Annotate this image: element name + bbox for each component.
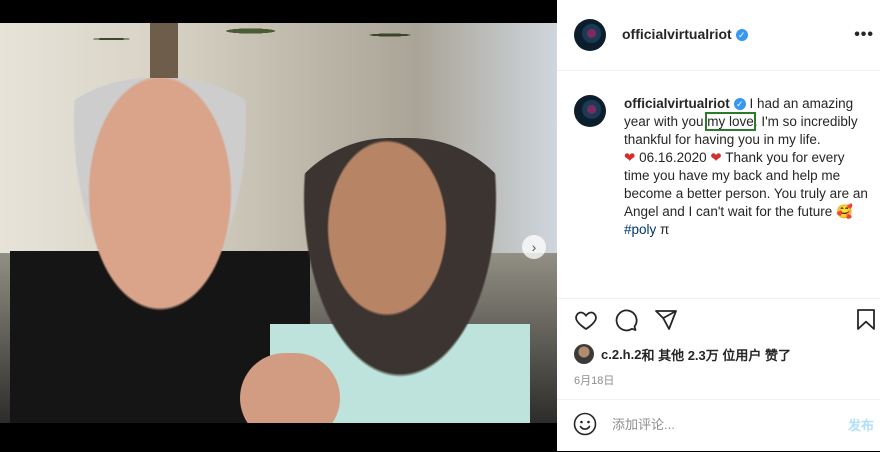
heart-emoji-icon: ❤ xyxy=(710,150,722,165)
avatar[interactable] xyxy=(574,95,606,127)
caption: officialvirtualriot ✓ I had an amazing ye… xyxy=(624,95,869,239)
likes-text[interactable]: 和 其他 2.3万 位用户 赞了 xyxy=(641,345,791,364)
caption-username[interactable]: officialvirtualriot xyxy=(624,96,730,111)
heart-emoji-icon: ❤ xyxy=(624,150,636,165)
avatar[interactable] xyxy=(574,19,606,51)
avatar[interactable] xyxy=(574,344,594,364)
verified-badge-icon: ✓ xyxy=(735,29,748,42)
bookmark-icon[interactable] xyxy=(853,307,879,333)
highlighted-text: my love xyxy=(705,112,756,131)
more-icon[interactable]: ••• xyxy=(854,26,874,44)
comment-input[interactable] xyxy=(612,414,822,434)
post-photo[interactable]: › xyxy=(0,23,557,423)
likes-row[interactable]: c.2.h.2 和 其他 2.3万 位用户 赞了 xyxy=(574,344,791,364)
share-icon[interactable] xyxy=(653,307,679,333)
username-text[interactable]: officialvirtualriot xyxy=(622,26,732,42)
hand xyxy=(240,353,340,423)
tree-leaves xyxy=(0,23,557,63)
header-username[interactable]: officialvirtualriot ✓ xyxy=(622,26,748,42)
chevron-right-icon[interactable]: › xyxy=(522,235,546,259)
liker-username[interactable]: c.2.h.2 xyxy=(601,347,641,362)
emoji-icon[interactable] xyxy=(573,412,597,436)
comment-icon[interactable] xyxy=(613,307,639,333)
post-date[interactable]: 6月18日 xyxy=(574,372,614,388)
post-side-panel: officialvirtualriot ✓ ••• officialvirtual… xyxy=(557,0,880,451)
post-header: officialvirtualriot ✓ ••• xyxy=(557,0,880,71)
hashtag-link[interactable]: #poly xyxy=(624,222,656,237)
smile-emoji-icon: 🥰 xyxy=(835,204,853,219)
verified-badge-icon: ✓ xyxy=(733,98,746,111)
comment-row: 发布 xyxy=(557,399,880,452)
caption-area: officialvirtualriot ✓ I had an amazing ye… xyxy=(557,71,880,297)
heart-icon[interactable] xyxy=(573,307,599,333)
post-comment-button[interactable]: 发布 xyxy=(848,415,874,434)
action-bar xyxy=(557,298,880,339)
caption-date: 06.16.2020 xyxy=(639,150,707,165)
caption-suffix: π xyxy=(656,222,670,237)
